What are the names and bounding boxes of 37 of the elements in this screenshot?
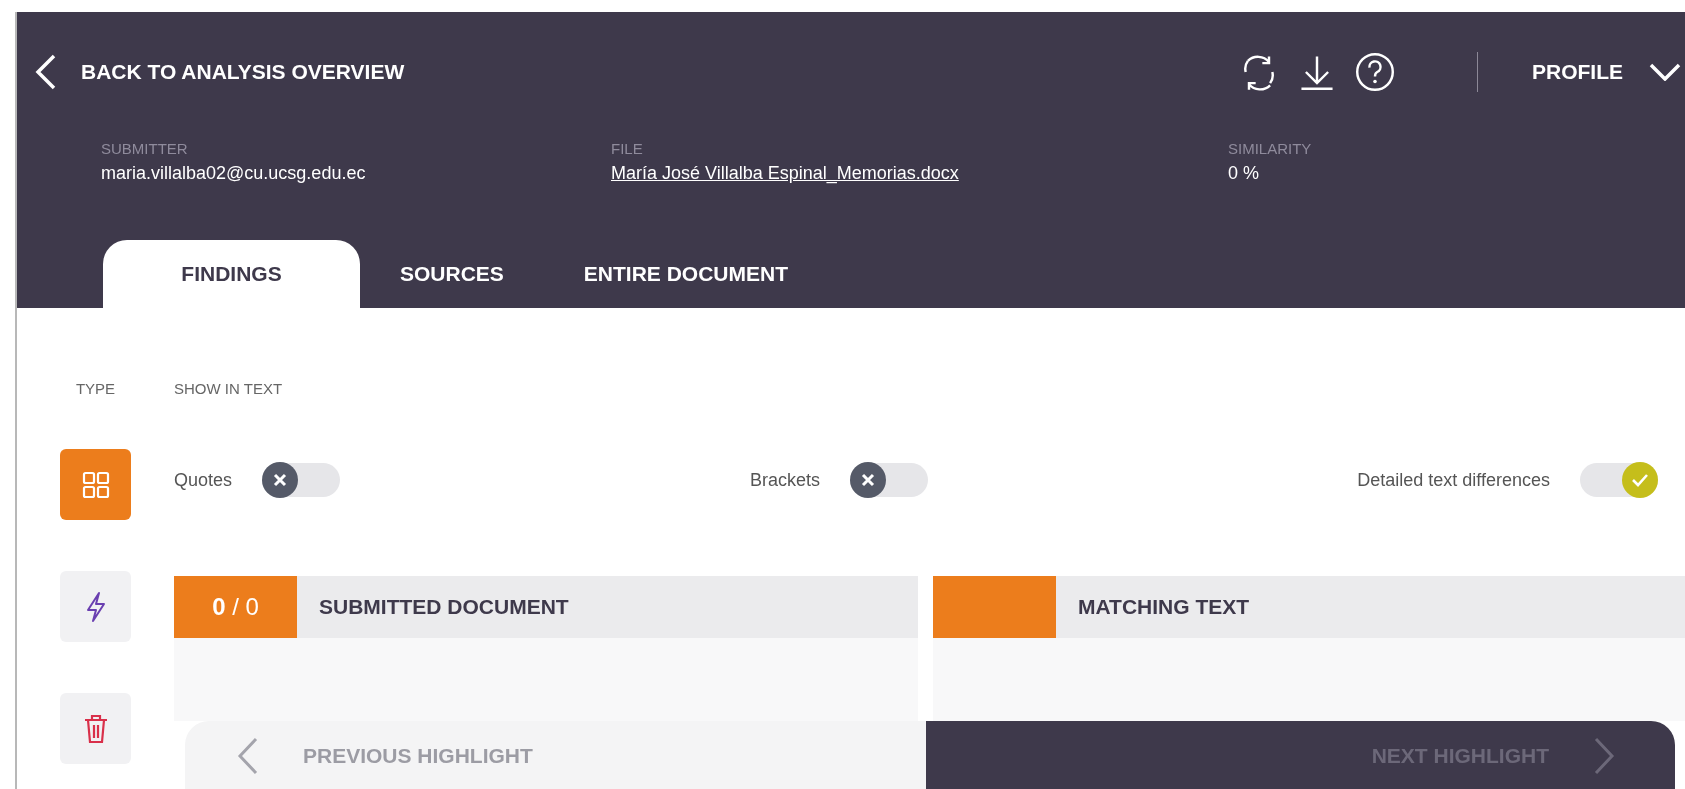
chevron-left-icon — [237, 736, 259, 775]
type-filter-button[interactable] — [60, 693, 131, 764]
highlight-counter: 0 / 0 — [174, 576, 297, 638]
help-button[interactable] — [1355, 52, 1395, 92]
toggle-label: Brackets — [749, 469, 820, 491]
help-icon — [1355, 52, 1395, 92]
meta-label: SIMILARITY — [1228, 140, 1312, 157]
chevron-left-icon — [35, 54, 57, 90]
toggle-switch[interactable] — [1580, 463, 1658, 497]
type-filter-button[interactable] — [60, 571, 131, 642]
back-link[interactable]: BACK TO ANALYSIS OVERVIEW — [35, 54, 405, 90]
toggle-switch[interactable] — [850, 463, 928, 497]
chevron-down-icon — [1649, 63, 1681, 81]
close-icon — [861, 473, 875, 487]
tab[interactable]: SOURCES — [360, 240, 544, 308]
toggle-label: Detailed text differences — [1357, 469, 1550, 491]
meta-value: 0 % — [1228, 163, 1261, 184]
panel-title: SUBMITTED DOCUMENT — [319, 595, 569, 619]
meta-label: SUBMITTER — [101, 140, 189, 157]
check-icon — [1631, 473, 1649, 487]
file-link[interactable]: María José Villalba Espinal_Memorias.docx — [611, 163, 1228, 184]
chevron-right-icon — [1593, 736, 1615, 775]
lightning-icon — [84, 590, 107, 623]
profile-menu[interactable]: PROFILE — [1532, 60, 1685, 84]
toggle-switch[interactable] — [262, 463, 341, 497]
trash-icon — [82, 712, 109, 745]
meta-label: FILE — [611, 140, 644, 157]
show-in-text-label: SHOW IN TEXT — [174, 380, 284, 398]
close-icon — [273, 473, 288, 487]
type-label: TYPE — [75, 380, 116, 397]
type-filter-button[interactable] — [60, 449, 131, 520]
toggle-label: Quotes — [174, 469, 233, 491]
tab[interactable]: ENTIRE DOCUMENT — [543, 240, 829, 308]
panel-title: MATCHING TEXT — [1078, 595, 1250, 619]
tab[interactable]: FINDINGS — [103, 240, 360, 308]
grid-icon — [80, 469, 111, 500]
meta-value: maria.villalba02@cu.ucsg.edu.ec — [101, 163, 367, 184]
